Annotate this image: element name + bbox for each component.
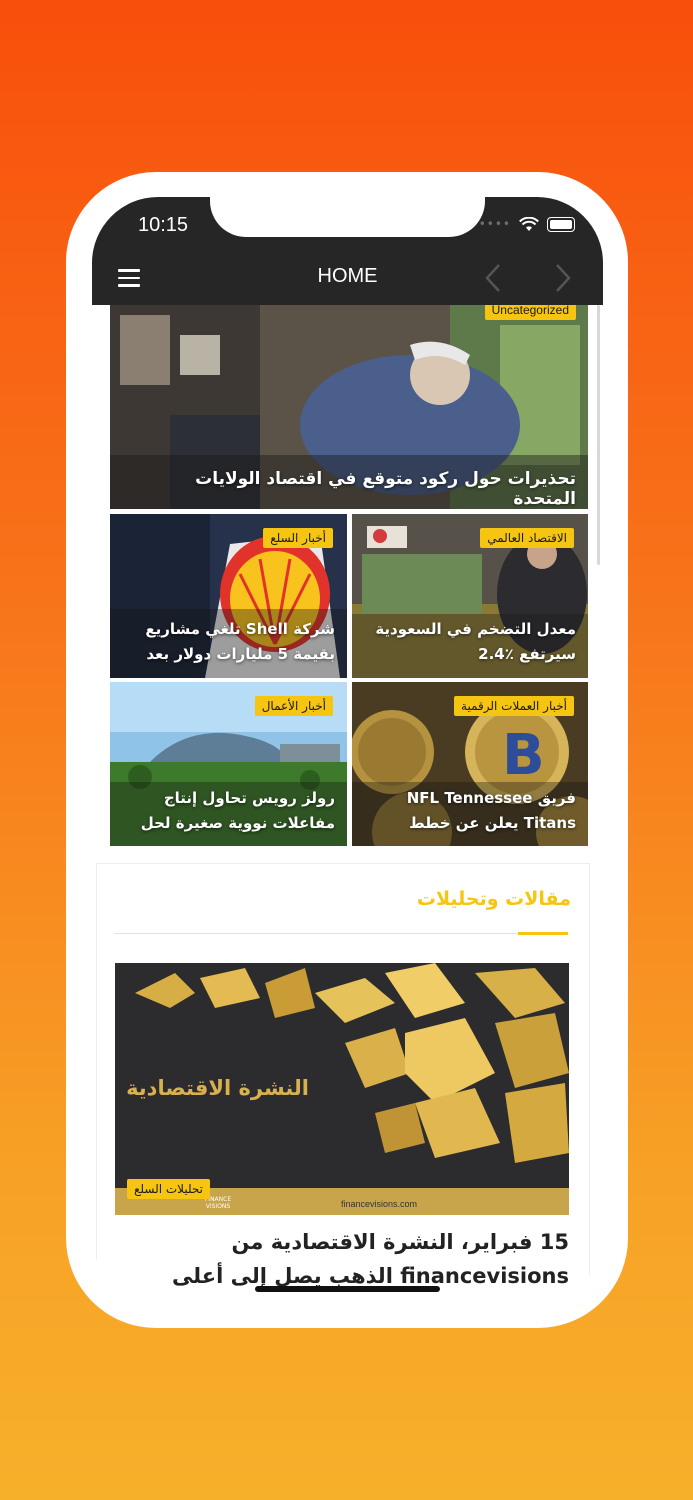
article-card[interactable]: أخبار السلع شركة Shell تلغي مشاريع بقيمة…: [110, 514, 347, 678]
section-accent-bar: [518, 932, 568, 935]
image-overlay-text: النشرة الاقتصادية: [126, 1076, 309, 1100]
category-badge[interactable]: أخبار العملات الرقمية: [454, 696, 574, 716]
forward-arrow-icon[interactable]: [552, 263, 574, 293]
article-card[interactable]: الاقتصاد العالمي معدل التضخم في السعودية…: [352, 514, 588, 678]
phone-screen: 10:15 •••• HOME Uncategorized تحذيرات حو…: [92, 197, 603, 1297]
status-bar: 10:15 ••••: [92, 197, 603, 245]
battery-icon: [547, 216, 575, 232]
app-bar: HOME: [92, 245, 603, 305]
status-icons: ••••: [479, 215, 575, 233]
page-title: HOME: [317, 265, 378, 287]
signal-dots-icon: ••••: [478, 217, 511, 231]
article-title[interactable]: معدل التضخم في السعودية سيرتفع ٪2.4: [362, 617, 576, 667]
status-time: 10:15: [138, 214, 189, 236]
featured-article-title[interactable]: تحذيرات حول ركود متوقع في اقتصاد الولايا…: [136, 469, 576, 509]
image-footer-site: financevisions.com: [341, 1199, 418, 1209]
article-card[interactable]: B أخبار العملات الرقمية فريق NFL Tenness…: [352, 682, 588, 846]
article-image-card[interactable]: النشرة الاقتصادية FINANCE VISIONS financ…: [115, 963, 569, 1215]
notch: [210, 197, 485, 237]
article-title[interactable]: 15 فبراير، النشرة الاقتصادية من financev…: [139, 1225, 569, 1293]
category-badge[interactable]: تحليلات السلع: [127, 1179, 211, 1199]
scrollbar[interactable]: [597, 305, 600, 565]
category-badge[interactable]: أخبار السلع: [263, 528, 333, 548]
home-indicator[interactable]: [255, 1286, 440, 1292]
content-area: Uncategorized تحذيرات حول ركود متوقع في …: [92, 305, 603, 1297]
article-card[interactable]: أخبار الأعمال رولز رويس تحاول إنتاج مفاع…: [110, 682, 347, 846]
article-title[interactable]: رولز رويس تحاول إنتاج مفاعلات نووية صغير…: [121, 786, 335, 836]
article-title[interactable]: شركة Shell تلغي مشاريع بقيمة 5 مليارات د…: [121, 617, 335, 667]
category-badge[interactable]: الاقتصاد العالمي: [480, 528, 574, 548]
article-title[interactable]: فريق NFL Tennessee Titans يعلن عن خطط: [362, 786, 576, 836]
category-badge[interactable]: Uncategorized: [484, 305, 576, 320]
featured-article-card[interactable]: Uncategorized تحذيرات حول ركود متوقع في …: [110, 305, 588, 509]
category-badge[interactable]: أخبار الأعمال: [254, 696, 333, 716]
section-divider: [114, 933, 568, 934]
wifi-icon: [519, 216, 539, 231]
svg-text:B: B: [502, 723, 545, 788]
back-arrow-icon[interactable]: [482, 263, 504, 293]
section-title: مقالات وتحليلات: [416, 888, 571, 910]
